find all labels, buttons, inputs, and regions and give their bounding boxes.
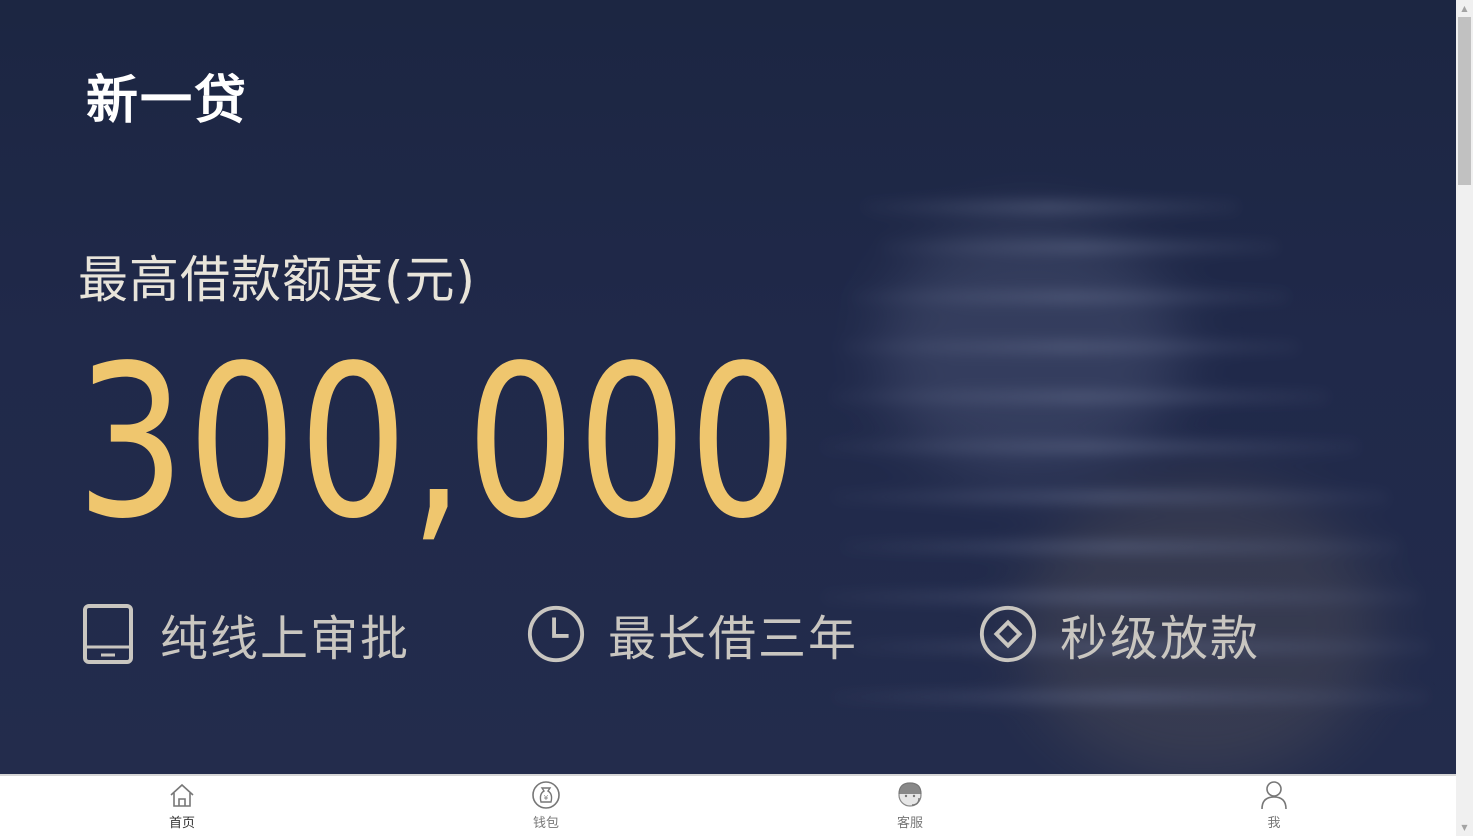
tab-customer-service[interactable]: 客服: [870, 780, 950, 836]
tab-me[interactable]: 我: [1234, 780, 1314, 836]
tab-label: 钱包: [532, 816, 559, 831]
tablet-icon: [78, 604, 138, 664]
svg-text:¥: ¥: [544, 794, 549, 802]
user-icon: [1259, 780, 1289, 810]
feature-online-approval: 纯线上审批: [78, 598, 410, 670]
scroll-down-arrow-icon[interactable]: ▼: [1456, 819, 1473, 836]
home-icon: [167, 780, 197, 810]
scroll-up-arrow-icon[interactable]: ▲: [1456, 0, 1473, 17]
feature-label: 秒级放款: [1060, 611, 1261, 667]
customer-service-icon: [895, 780, 925, 810]
feature-list: 纯线上审批 最长借三年 秒级放款: [78, 598, 1378, 670]
feature-instant-payout: 秒级放款: [978, 598, 1260, 670]
tab-home[interactable]: 首页: [142, 780, 222, 836]
tab-label: 首页: [168, 816, 195, 831]
coin-stack-background: [820, 180, 1456, 774]
tab-label: 客服: [896, 816, 923, 831]
brand-logo-text: 新一贷: [86, 71, 249, 131]
bottom-tab-bar: 首页 ¥ 钱包 客服 我: [0, 774, 1456, 836]
feature-label: 纯线上审批: [160, 611, 411, 667]
diamond-icon: [978, 604, 1038, 664]
clock-icon: [526, 604, 586, 664]
vertical-scrollbar[interactable]: ▲ ▼: [1456, 0, 1473, 836]
max-loan-amount: 300,000: [76, 320, 800, 565]
scrollbar-thumb[interactable]: [1458, 17, 1471, 185]
app-viewport: 新一贷 最高借款额度(元) 300,000 纯线上审批 最长借三年 秒级放款 首…: [0, 0, 1456, 836]
feature-label: 最长借三年: [608, 611, 859, 667]
money-bag-icon: ¥: [531, 780, 561, 810]
feature-max-term: 最长借三年: [526, 598, 858, 670]
max-loan-label: 最高借款额度(元): [78, 251, 477, 309]
tab-label: 我: [1267, 816, 1281, 831]
tab-wallet[interactable]: ¥ 钱包: [506, 780, 586, 836]
hero-banner: 新一贷 最高借款额度(元) 300,000 纯线上审批 最长借三年 秒级放款: [0, 0, 1456, 774]
